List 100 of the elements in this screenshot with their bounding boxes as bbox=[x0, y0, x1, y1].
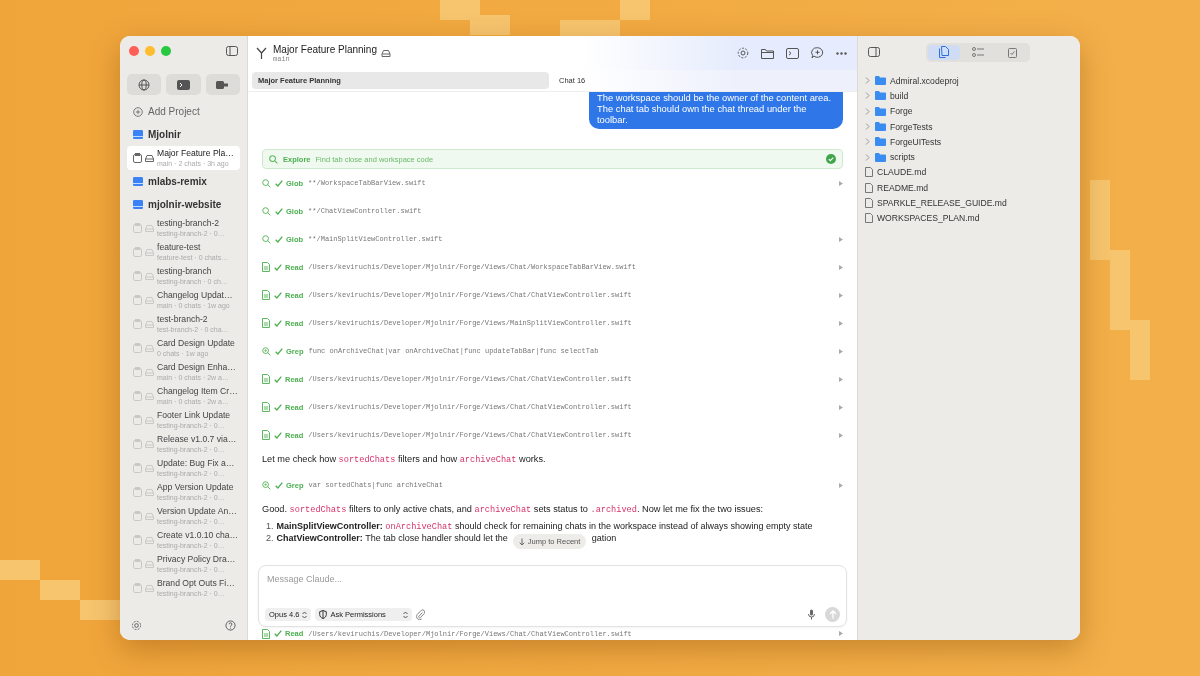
files-tab[interactable] bbox=[928, 44, 960, 60]
project-item[interactable]: Mjolnir bbox=[127, 123, 240, 146]
microphone-icon[interactable] bbox=[808, 609, 815, 620]
drive-icon bbox=[145, 512, 154, 520]
folder-icon bbox=[875, 137, 886, 147]
chevron-icon[interactable] bbox=[865, 107, 870, 115]
chat-title: Version Update An… bbox=[157, 506, 237, 517]
folder-item[interactable]: Admiral.xcodeproj bbox=[865, 73, 1073, 89]
plus-circle-icon bbox=[133, 106, 143, 117]
folder-item[interactable]: build bbox=[865, 88, 1073, 104]
chat-title: Changelog Item Cr… bbox=[157, 386, 238, 397]
close-button[interactable] bbox=[129, 46, 139, 56]
attach-icon[interactable] bbox=[416, 609, 426, 620]
chevron-icon[interactable] bbox=[865, 123, 870, 131]
clipboard-icon bbox=[133, 367, 142, 377]
workspace-title: Major Feature Planning bbox=[273, 43, 377, 55]
plug-icon bbox=[215, 79, 230, 90]
disclosure-icon[interactable] bbox=[839, 631, 843, 636]
folder-item[interactable]: ForgeTests bbox=[865, 118, 1073, 135]
chevron-icon[interactable] bbox=[865, 138, 870, 146]
file-item[interactable]: README.md bbox=[865, 180, 1073, 196]
disclosure-icon[interactable] bbox=[839, 292, 843, 298]
file-item[interactable]: CLAUDE.md bbox=[865, 164, 1073, 181]
sidebar-toggle-icon[interactable] bbox=[226, 46, 238, 56]
folder-icon bbox=[875, 106, 886, 116]
folder-icon bbox=[133, 200, 143, 209]
disclosure-icon[interactable] bbox=[839, 482, 843, 488]
search-icon bbox=[269, 154, 278, 164]
zoom-button[interactable] bbox=[161, 46, 171, 56]
clipboard-icon bbox=[133, 487, 142, 497]
folder-item[interactable]: Forge bbox=[865, 103, 1073, 119]
drive-icon bbox=[380, 49, 391, 57]
globe-icon bbox=[138, 78, 151, 91]
branch-icon bbox=[256, 47, 267, 59]
terminal-icon[interactable] bbox=[786, 47, 799, 59]
clipboard-icon bbox=[133, 463, 142, 473]
file-name: ForgeUITests bbox=[890, 136, 942, 147]
up-arrow-icon bbox=[828, 610, 837, 619]
more-icon[interactable] bbox=[836, 51, 847, 55]
send-button[interactable] bbox=[825, 607, 840, 622]
disclosure-icon[interactable] bbox=[839, 376, 843, 382]
disclosure-icon[interactable] bbox=[839, 236, 843, 242]
panel-toggle-icon[interactable] bbox=[868, 47, 880, 57]
file-name: README.md bbox=[877, 182, 929, 193]
minimize-button[interactable] bbox=[145, 46, 155, 56]
user-message: The workspace should be the owner of the content area. The chat tab should own the chat thread under the toolbar. bbox=[589, 92, 843, 129]
chevron-icon[interactable] bbox=[865, 77, 870, 85]
folder-icon[interactable] bbox=[761, 47, 774, 59]
documents-icon bbox=[939, 46, 949, 58]
folder-icon bbox=[133, 177, 143, 186]
file-name: build bbox=[890, 90, 909, 101]
assistant-text: Let me check how sortedChats filters and how archiveChat works. bbox=[262, 454, 547, 465]
disclosure-icon[interactable] bbox=[839, 432, 843, 438]
chat-title: Card Design Enha… bbox=[157, 362, 236, 373]
file-item[interactable]: WORKSPACES_PLAN.md bbox=[865, 210, 1073, 226]
settings-icon[interactable] bbox=[131, 620, 142, 631]
folder-item[interactable]: scripts bbox=[865, 149, 1073, 165]
search-icon bbox=[262, 206, 271, 216]
disclosure-icon[interactable] bbox=[839, 264, 843, 270]
chat-title: Card Design Update bbox=[157, 338, 235, 349]
add-project-button[interactable]: Add Project bbox=[133, 106, 240, 117]
clipboard-icon bbox=[133, 153, 142, 163]
project-item[interactable]: mlabs-remix bbox=[127, 170, 240, 193]
chat-title: testing-branch bbox=[157, 266, 213, 277]
help-icon[interactable] bbox=[225, 620, 236, 631]
project-item[interactable]: mjolnir-website bbox=[127, 193, 240, 216]
search-icon bbox=[262, 178, 271, 188]
settings-icon[interactable] bbox=[737, 47, 749, 59]
list-item-text: ChatViewController: The tab close handler should let the bbox=[276, 533, 508, 544]
chat-title: feature-test bbox=[157, 242, 202, 253]
clipboard-icon bbox=[133, 343, 142, 353]
disclosure-icon[interactable] bbox=[839, 404, 843, 410]
disclosure-icon[interactable] bbox=[839, 180, 843, 186]
clipboard-icon bbox=[133, 415, 142, 425]
globe-button[interactable] bbox=[127, 74, 162, 95]
plug-button[interactable] bbox=[205, 74, 240, 95]
terminal-button[interactable] bbox=[166, 74, 201, 95]
file-item[interactable]: SPARKLE_RELEASE_GUIDE.md bbox=[865, 195, 1073, 211]
disclosure-icon[interactable] bbox=[839, 348, 843, 354]
project-name: Mjolnir bbox=[148, 129, 181, 140]
list-icon bbox=[972, 47, 984, 57]
disclosure-icon[interactable] bbox=[839, 320, 843, 326]
drive-icon bbox=[145, 488, 154, 496]
file-name: Forge bbox=[890, 106, 913, 117]
drive-icon bbox=[145, 320, 154, 328]
document-icon bbox=[262, 374, 270, 384]
folder-icon bbox=[875, 152, 886, 162]
file-icon bbox=[865, 198, 873, 208]
zoom-in-icon bbox=[262, 346, 271, 356]
folder-item[interactable]: ForgeUITests bbox=[865, 134, 1073, 150]
clipboard-icon bbox=[133, 559, 142, 569]
new-chat-icon[interactable] bbox=[811, 47, 824, 59]
file-name: Admiral.xcodeproj bbox=[890, 75, 959, 86]
project-name: mlabs-remix bbox=[148, 176, 207, 187]
chevron-icon[interactable] bbox=[865, 92, 870, 100]
chevron-icon[interactable] bbox=[865, 153, 870, 161]
updown-icon bbox=[403, 610, 409, 619]
chat-title: App Version Update bbox=[157, 482, 234, 493]
clipboard-icon bbox=[133, 271, 142, 281]
chat-title: Update: Bug Fix a… bbox=[157, 458, 235, 469]
